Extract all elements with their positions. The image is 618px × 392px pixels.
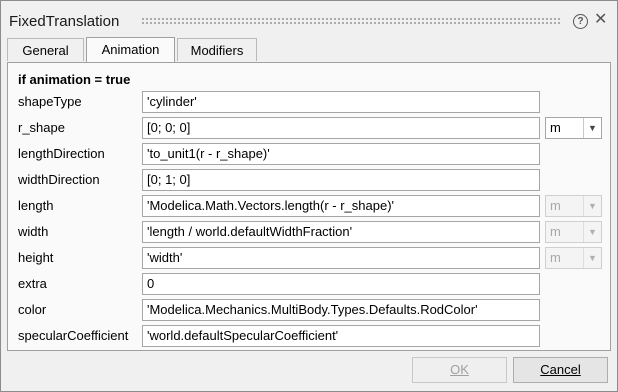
width-unit-select: m ▼: [545, 221, 602, 243]
chevron-down-icon: ▼: [583, 248, 601, 268]
tab-general[interactable]: General: [7, 38, 84, 61]
tab-general-label: General: [22, 43, 69, 58]
title-bar[interactable]: FixedTranslation ? ✕: [1, 1, 617, 37]
chevron-down-icon[interactable]: ▼: [583, 118, 601, 138]
param-label: width: [18, 224, 49, 239]
tab-modifiers[interactable]: Modifiers: [177, 38, 257, 61]
unit-value: m: [550, 224, 561, 239]
r-shape-unit-select[interactable]: m ▼: [545, 117, 602, 139]
window-title: FixedTranslation: [9, 13, 120, 30]
length-field[interactable]: 'Modelica.Math.Vectors.length(r - r_shap…: [142, 195, 540, 217]
tab-animation[interactable]: Animation: [86, 37, 175, 62]
ok-button-label: OK: [450, 362, 469, 377]
length-unit-select: m ▼: [545, 195, 602, 217]
lengthDirection-field[interactable]: 'to_unit1(r - r_shape)': [142, 143, 540, 165]
width-field[interactable]: 'length / world.defaultWidthFraction': [142, 221, 540, 243]
chevron-down-icon: ▼: [583, 222, 601, 242]
param-label: r_shape: [18, 120, 65, 135]
tab-modifiers-label: Modifiers: [190, 43, 244, 58]
param-label: color: [18, 302, 47, 317]
animation-panel: if animation = true shapeType 'cylinder'…: [7, 63, 611, 351]
height-unit-select: m ▼: [545, 247, 602, 269]
cancel-button-label: Cancel: [540, 362, 581, 377]
param-label: specularCoefficient: [18, 328, 129, 343]
specularCoefficient-field[interactable]: 'world.defaultSpecularCoefficient': [142, 325, 540, 347]
color-field[interactable]: 'Modelica.Mechanics.MultiBody.Types.Defa…: [142, 299, 540, 321]
dialog-window: FixedTranslation ? ✕ General Animation M…: [0, 0, 618, 392]
cancel-button[interactable]: Cancel: [513, 357, 608, 383]
param-label: widthDirection: [18, 172, 100, 187]
param-label: shapeType: [18, 94, 82, 109]
drag-grip[interactable]: [141, 17, 561, 24]
param-label: length: [18, 198, 54, 213]
r-shape-field[interactable]: [0; 0; 0]: [142, 117, 540, 139]
param-label: lengthDirection: [18, 146, 105, 161]
chevron-down-icon: ▼: [583, 196, 601, 216]
param-label: extra: [18, 276, 47, 291]
unit-value: m: [550, 120, 561, 135]
unit-value: m: [550, 250, 561, 265]
tab-animation-label: Animation: [101, 42, 160, 57]
section-title: if animation = true: [18, 72, 131, 87]
unit-value: m: [550, 198, 561, 213]
ok-button[interactable]: OK: [412, 357, 507, 383]
shapeType-field[interactable]: 'cylinder': [142, 91, 540, 113]
close-icon[interactable]: ✕: [594, 11, 607, 29]
extra-field[interactable]: 0: [142, 273, 540, 295]
param-label: height: [18, 250, 54, 265]
height-field[interactable]: 'width': [142, 247, 540, 269]
help-icon[interactable]: ?: [573, 14, 588, 29]
widthDirection-field[interactable]: [0; 1; 0]: [142, 169, 540, 191]
